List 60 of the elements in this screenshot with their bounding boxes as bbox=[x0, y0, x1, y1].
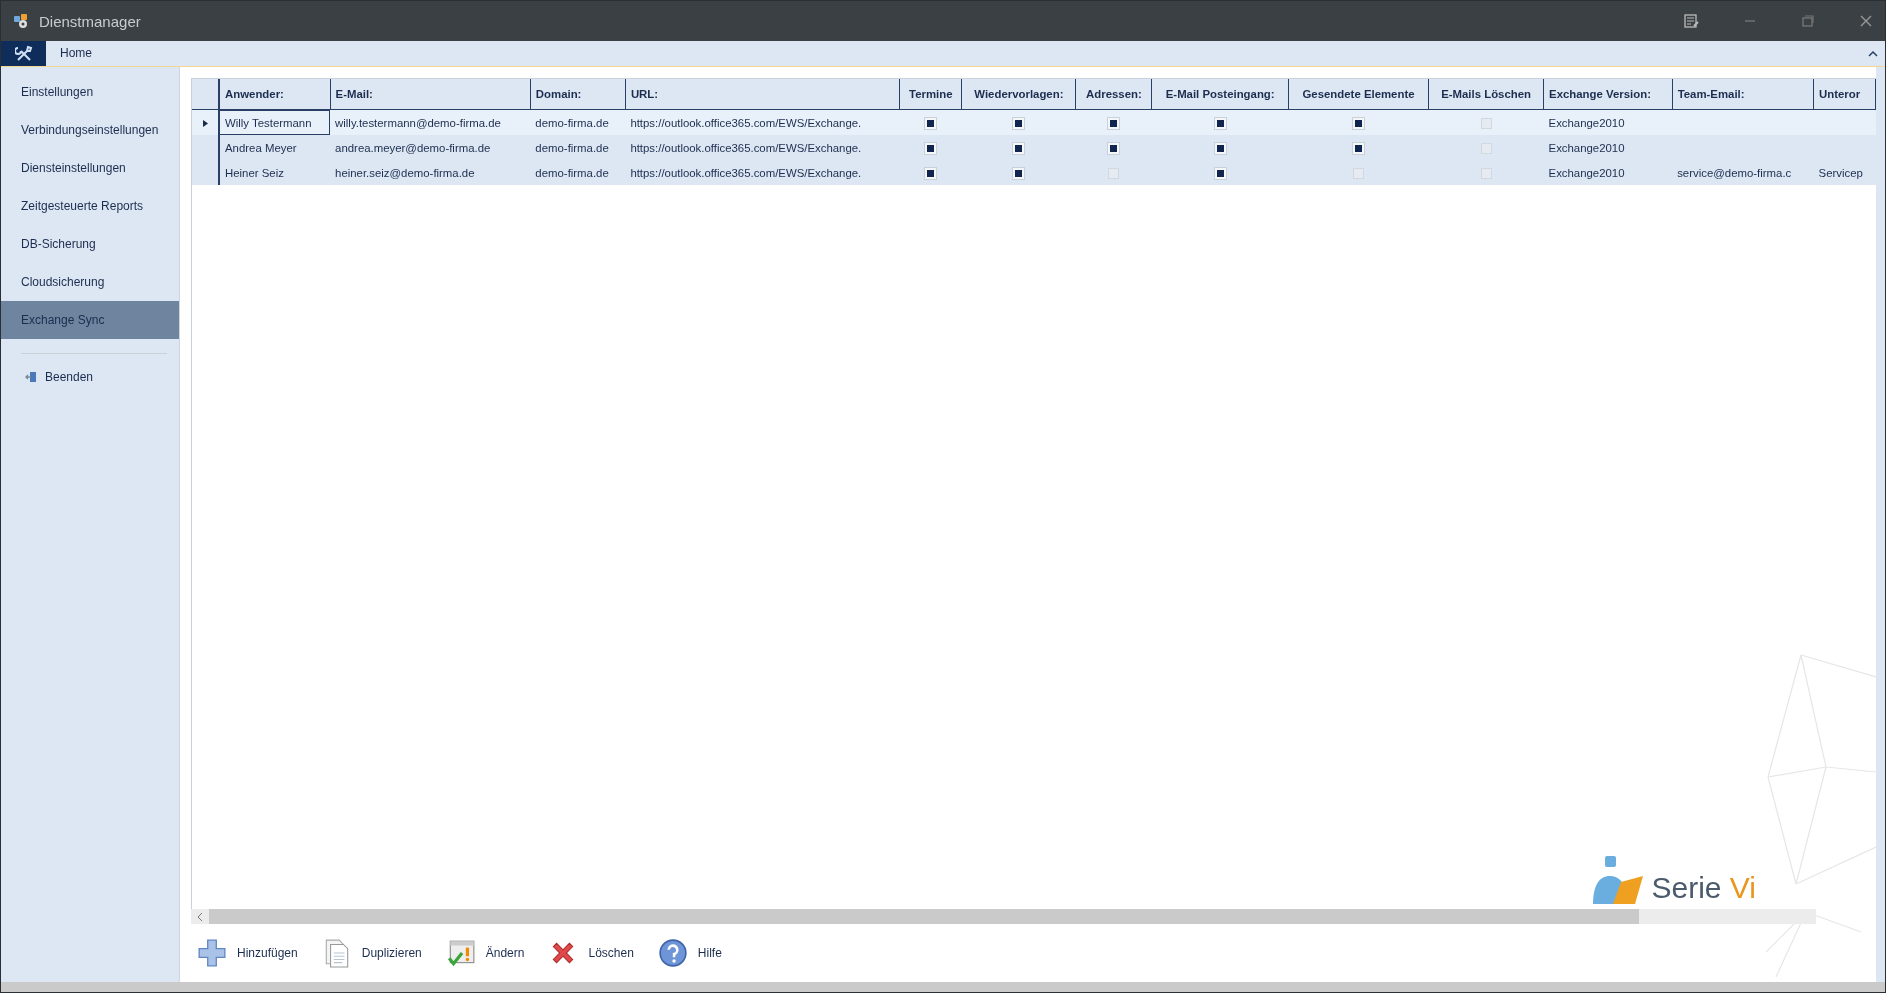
sidebar-item[interactable]: Diensteinstellungen bbox=[1, 149, 179, 187]
column-header[interactable]: Domain: bbox=[530, 79, 626, 110]
table-cell: demo-firma.de bbox=[530, 135, 626, 160]
table-cell: Andrea Meyer bbox=[219, 135, 331, 160]
table-cell: demo-firma.de bbox=[530, 109, 626, 135]
table-cell: Exchange2010 bbox=[1543, 135, 1673, 160]
sidebar-item[interactable]: Verbindungseinstellungen bbox=[1, 111, 179, 149]
column-header[interactable]: Exchange Version: bbox=[1543, 79, 1673, 110]
logo-text: Serie Vi bbox=[1651, 872, 1756, 904]
exit-icon bbox=[25, 371, 37, 383]
notes-icon[interactable] bbox=[1683, 13, 1699, 29]
toolbar-button[interactable]: Hinzufügen bbox=[195, 936, 300, 970]
table-cell: Exchange2010 bbox=[1543, 109, 1673, 135]
tools-tab[interactable] bbox=[1, 41, 46, 66]
toolbar-button[interactable]: Ändern bbox=[443, 936, 527, 970]
toolbar-button[interactable]: Löschen bbox=[546, 936, 636, 970]
column-header[interactable]: Adressen: bbox=[1075, 79, 1152, 110]
table-cell: https://outlook.office365.com/EWS/Exchange. bbox=[625, 160, 900, 185]
column-header[interactable]: Termine bbox=[899, 79, 962, 110]
table-cell: heiner.seiz@demo-firma.de bbox=[330, 160, 531, 185]
table-cell: Willy Testermann bbox=[219, 109, 331, 135]
column-header[interactable]: Wiedervorlagen: bbox=[961, 79, 1076, 110]
table-cell: https://outlook.office365.com/EWS/Exchange. bbox=[625, 135, 900, 160]
column-header[interactable]: Unteror bbox=[1813, 79, 1876, 110]
window-check-icon bbox=[445, 938, 476, 968]
table-cell: Exchange2010 bbox=[1543, 160, 1673, 185]
table-cell: service@demo-firma.c bbox=[1672, 160, 1814, 185]
sidebar-item[interactable]: Zeitgesteuerte Reports bbox=[1, 187, 179, 225]
bottom-scrollbar[interactable] bbox=[1, 982, 1885, 992]
app-icon bbox=[13, 13, 29, 29]
plus-icon bbox=[197, 938, 227, 968]
table-cell: andrea.meyer@demo-firma.de bbox=[330, 135, 531, 160]
table-cell: Servicep bbox=[1813, 160, 1876, 185]
column-header[interactable]: URL: bbox=[625, 79, 900, 110]
sidebar-item[interactable]: DB-Sicherung bbox=[1, 225, 179, 263]
column-header[interactable]: E-Mails Löschen bbox=[1428, 79, 1544, 110]
column-header[interactable]: E-Mail Posteingang: bbox=[1151, 79, 1289, 110]
exit-item[interactable]: Beenden bbox=[1, 362, 179, 392]
close-icon[interactable] bbox=[1859, 14, 1873, 28]
toolbar-button[interactable]: Hilfe bbox=[655, 936, 724, 970]
checkbox[interactable] bbox=[1480, 117, 1492, 129]
table-cell: demo-firma.de bbox=[530, 160, 626, 185]
ribbon-tab[interactable]: Home bbox=[46, 41, 106, 66]
logo-icon bbox=[1591, 856, 1646, 904]
sidebar-item[interactable]: Exchange Sync bbox=[1, 301, 179, 339]
scroll-left-icon[interactable] bbox=[196, 911, 204, 922]
sidebar-item[interactable]: Einstellungen bbox=[1, 73, 179, 111]
help-icon bbox=[657, 938, 688, 968]
column-header[interactable]: Anwender: bbox=[219, 79, 331, 110]
column-header[interactable]: Team-Email: bbox=[1672, 79, 1814, 110]
row-pointer-icon bbox=[202, 119, 208, 127]
table-cell: Heiner Seiz bbox=[219, 160, 331, 185]
toolbar-button[interactable]: Duplizieren bbox=[319, 936, 424, 970]
column-header[interactable]: Gesendete Elemente bbox=[1288, 79, 1429, 110]
sidebar-item[interactable]: Cloudsicherung bbox=[1, 263, 179, 301]
table-cell: willy.testermann@demo-firma.de bbox=[330, 109, 531, 135]
window-title: Dienstmanager bbox=[39, 12, 141, 30]
table-cell: https://outlook.office365.com/EWS/Exchange. bbox=[625, 109, 900, 135]
column-header[interactable]: E-Mail: bbox=[330, 79, 531, 110]
tools-icon bbox=[14, 44, 33, 63]
